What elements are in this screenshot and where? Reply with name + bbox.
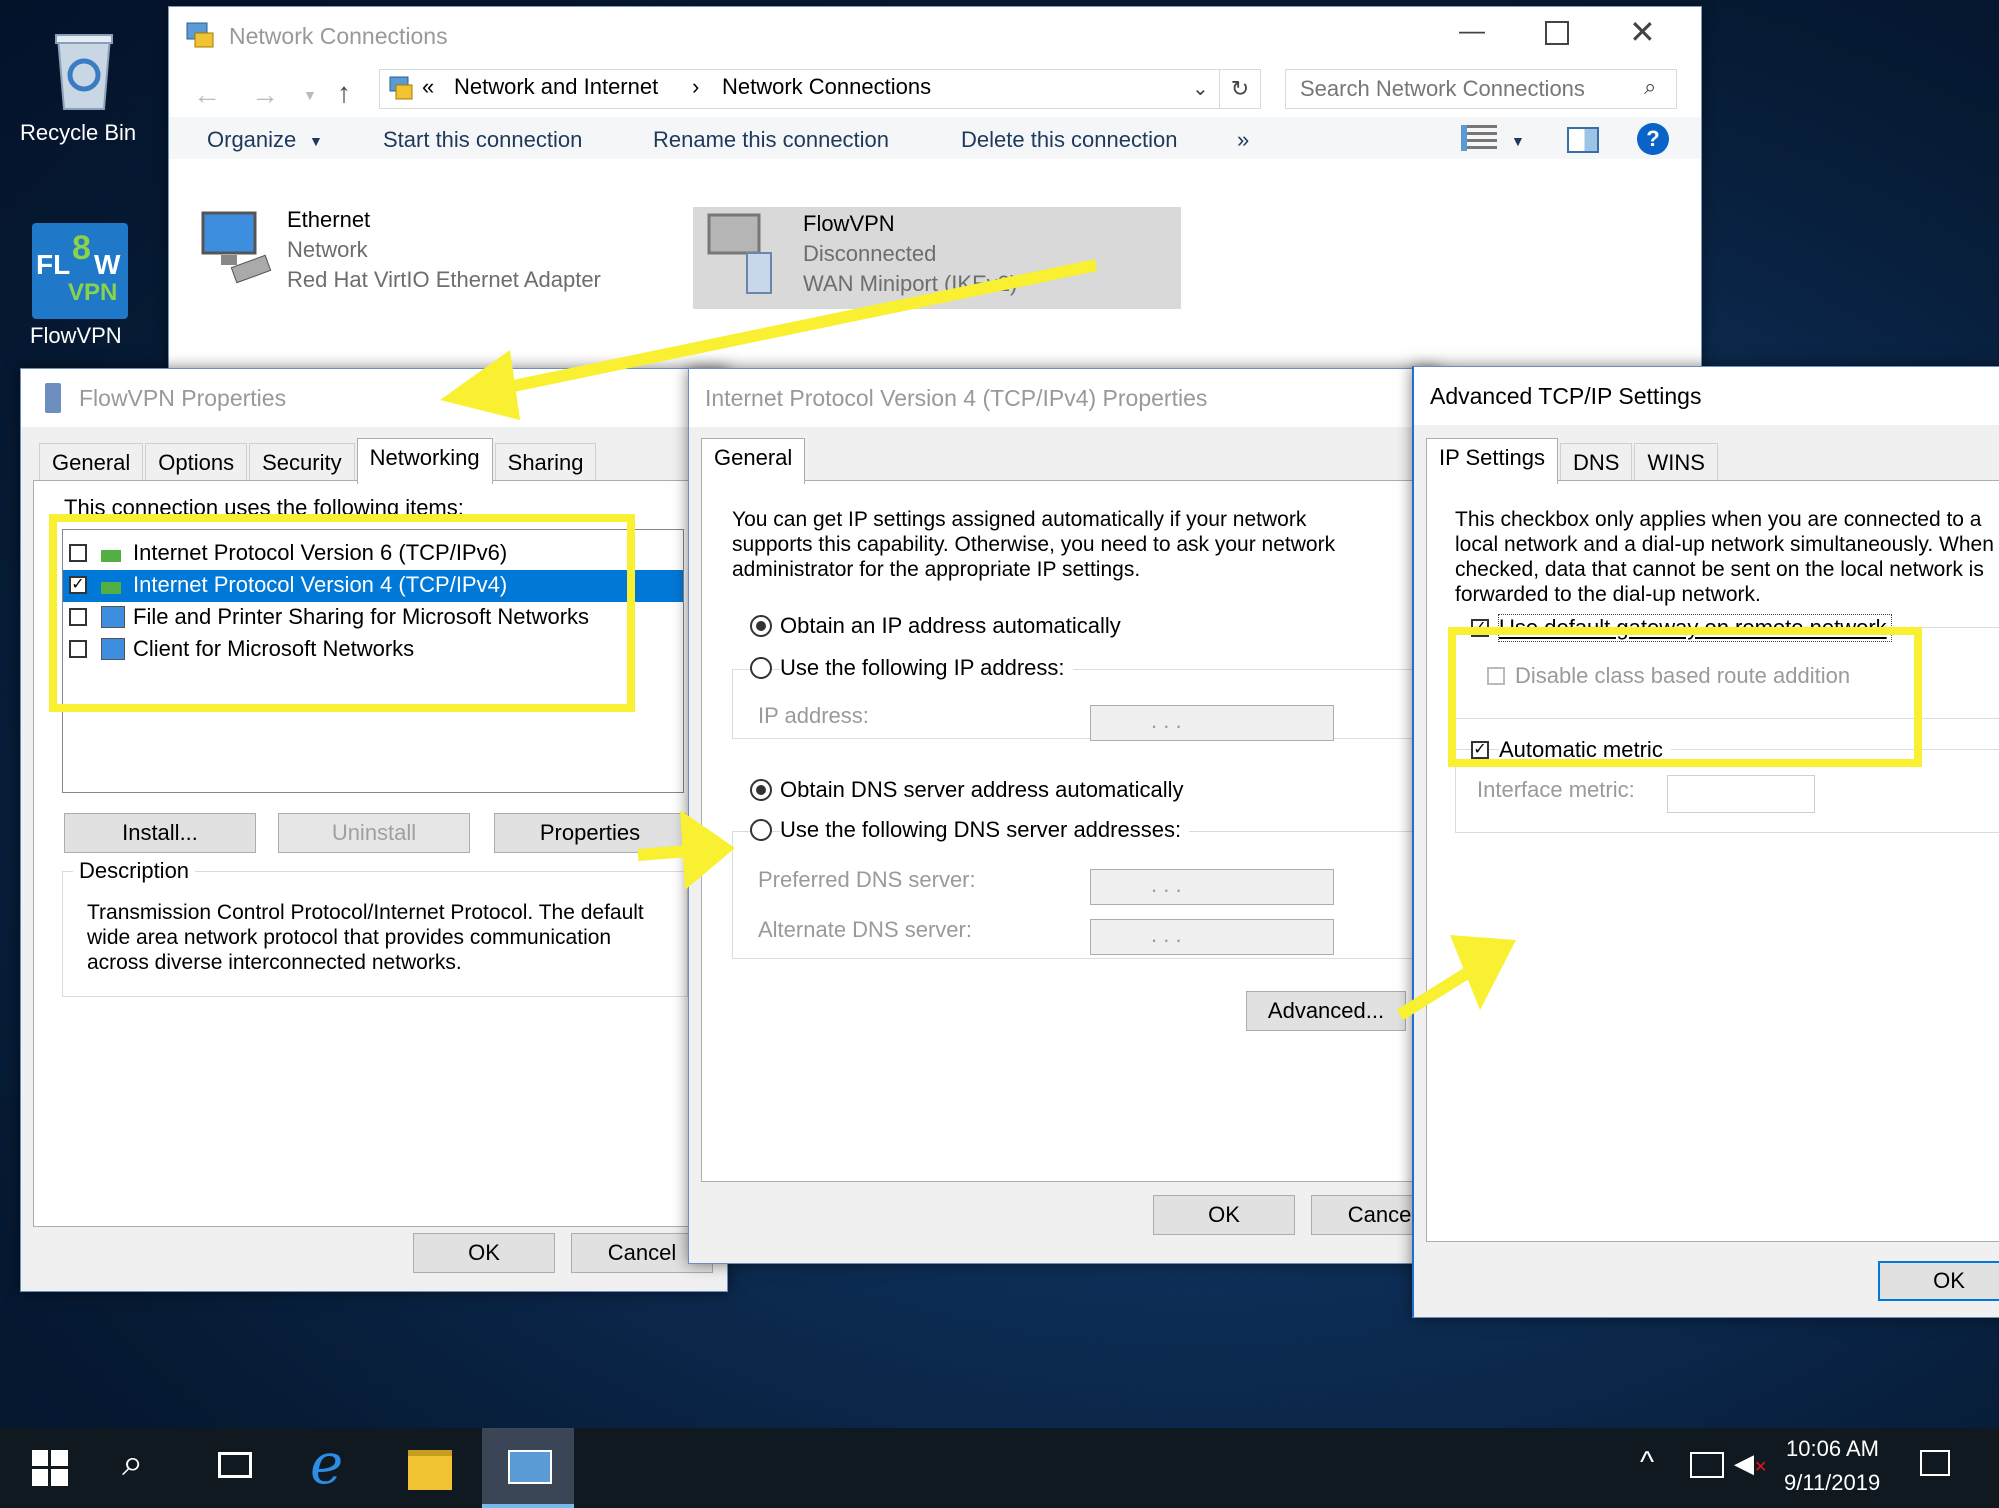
internet-explorer-icon[interactable]: e	[310, 1432, 343, 1497]
windows-logo-icon	[32, 1450, 68, 1486]
task-view-icon[interactable]	[218, 1452, 252, 1478]
arrow-vpn-to-properties	[440, 259, 1098, 420]
clock-time[interactable]: 10:06 AM	[1786, 1436, 1879, 1462]
file-explorer-icon[interactable]	[408, 1450, 452, 1490]
network-connections-taskbar-icon	[508, 1450, 552, 1484]
tab-networking[interactable]: Networking	[356, 438, 493, 484]
control-panel-taskbar-button[interactable]	[482, 1428, 574, 1508]
taskbar: ⌕ e ^ ◀✕ 10:06 AM 9/11/2019	[0, 1428, 1999, 1508]
arrow-advanced-to-settings	[1396, 935, 1516, 1021]
search-taskbar-icon[interactable]: ⌕	[122, 1442, 143, 1485]
volume-muted-icon[interactable]: ◀✕	[1734, 1448, 1767, 1479]
network-tray-icon[interactable]	[1690, 1452, 1724, 1478]
annotation-arrows	[440, 259, 1516, 1021]
action-center-icon[interactable]	[1920, 1450, 1950, 1476]
tab-ip-settings[interactable]: IP Settings	[1426, 438, 1558, 484]
tab-ipv4-general[interactable]: General	[701, 438, 806, 484]
clock-date[interactable]: 9/11/2019	[1784, 1470, 1880, 1496]
show-hidden-icons-chevron-icon[interactable]: ^	[1640, 1446, 1654, 1480]
start-button[interactable]	[20, 1444, 80, 1492]
arrow-properties-to-ipv4	[637, 810, 735, 890]
